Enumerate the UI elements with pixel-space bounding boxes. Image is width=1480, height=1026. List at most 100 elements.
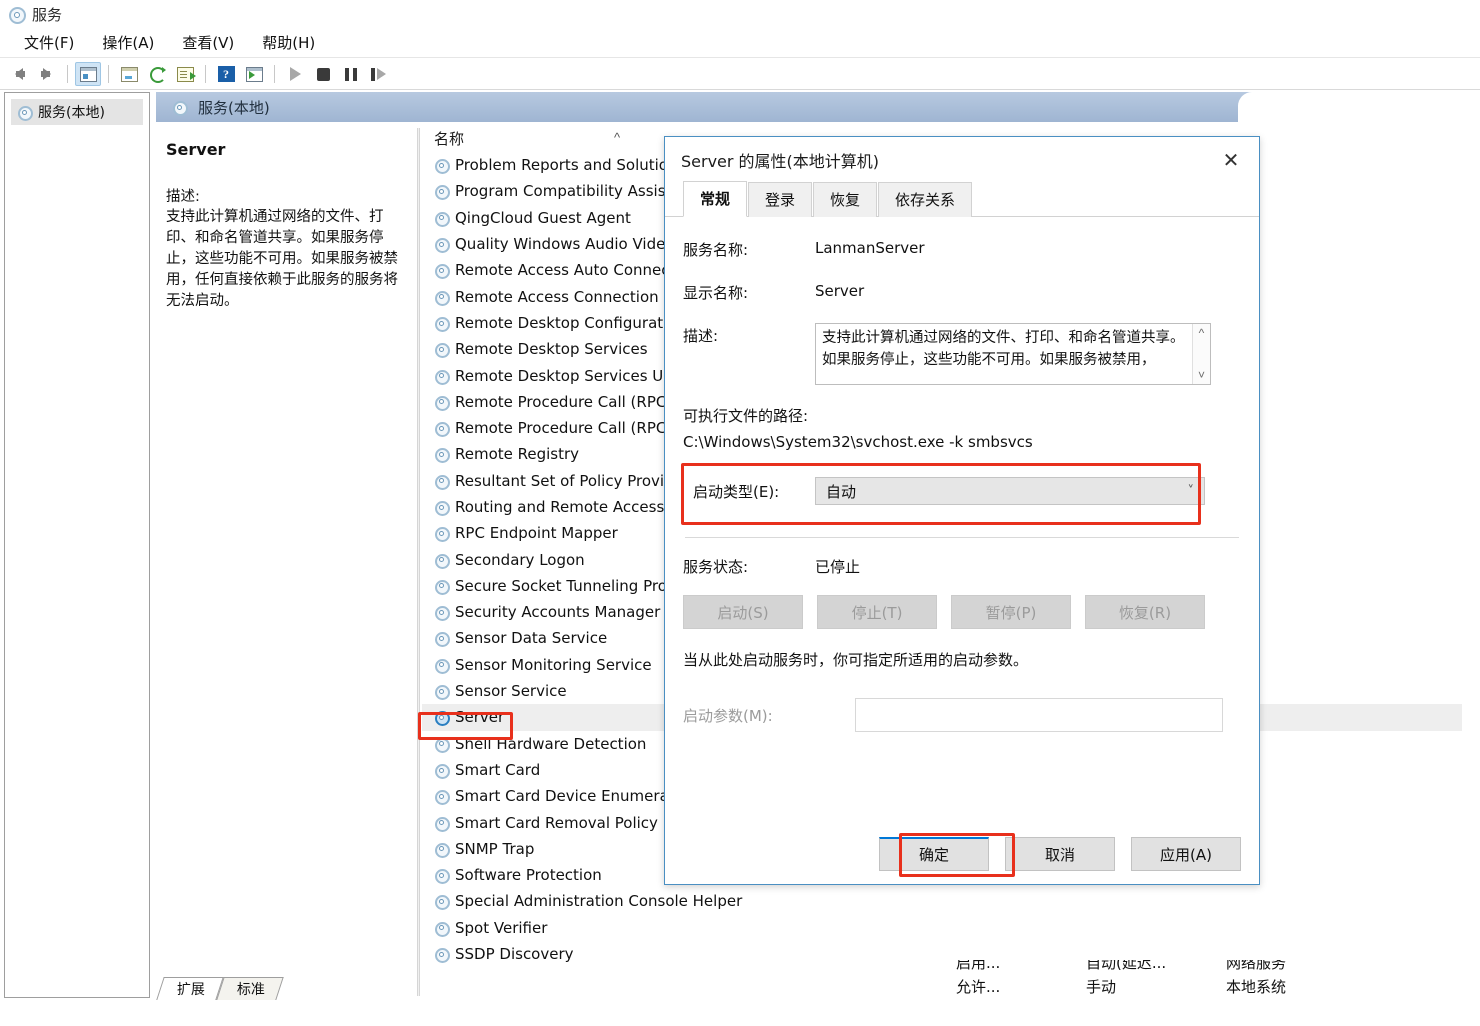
tab-standard[interactable]: 标准 — [216, 977, 283, 1000]
service-gear-icon — [434, 816, 448, 830]
dialog-titlebar: Server 的属性(本地计算机) ✕ — [665, 137, 1259, 183]
window-titlebar: 服务 — [0, 0, 1480, 28]
stop-button[interactable]: 停止(T) — [817, 595, 937, 629]
start-parameters-row: 启动参数(M): — [683, 698, 1241, 732]
startup-type-label: 启动类型(E): — [693, 481, 815, 502]
list-item-label: Spot Verifier — [455, 919, 547, 937]
list-item-label: Sensor Monitoring Service — [455, 656, 652, 674]
services-gear-icon — [8, 6, 24, 22]
list-item-label: Resultant Set of Policy Provider — [455, 472, 689, 490]
restart-service-button[interactable] — [366, 62, 392, 86]
table-row[interactable]: 启用...自动(延迟...网络服务 — [956, 960, 1376, 973]
question-icon: ? — [218, 66, 235, 82]
forward-button[interactable] — [34, 62, 60, 86]
resume-button[interactable]: 恢复(R) — [1085, 595, 1205, 629]
service-status-label: 服务状态: — [683, 554, 815, 577]
arrow-right-icon — [43, 68, 51, 80]
service-gear-icon — [434, 553, 448, 567]
dialog-tabs: 常规 登录 恢复 依存关系 — [665, 183, 1259, 217]
service-gear-icon — [434, 710, 448, 724]
startup-type-row: 启动类型(E): 自动 ˅ — [683, 465, 1241, 505]
service-gear-icon — [434, 842, 448, 856]
description-scrollbar[interactable]: ^ ˅ — [1192, 324, 1210, 384]
window-title: 服务 — [32, 4, 62, 25]
start-service-button[interactable] — [282, 62, 308, 86]
show-hide-console-tree-button[interactable] — [75, 62, 101, 86]
list-item-label: SNMP Trap — [455, 840, 534, 858]
menu-view[interactable]: 查看(V) — [168, 29, 248, 56]
list-cell-log-on-as: 网络服务 — [1226, 960, 1366, 973]
tab-recovery-label: 恢复 — [830, 191, 860, 209]
list-item-label: Server — [455, 708, 504, 726]
help-button[interactable]: ? — [213, 62, 239, 86]
list-item-label: Remote Desktop Configuration — [455, 314, 686, 332]
list-cell-description: 启用... — [956, 960, 1086, 973]
tab-general[interactable]: 常规 — [683, 181, 747, 217]
service-gear-icon — [434, 763, 448, 777]
dialog-body: 服务名称: LanmanServer 显示名称: Server 描述: 支持此计… — [665, 237, 1259, 732]
tab-recovery[interactable]: 恢复 — [813, 182, 877, 217]
list-item-label: Remote Registry — [455, 445, 579, 463]
description-label: 描述: — [166, 185, 400, 206]
service-gear-icon — [434, 684, 448, 698]
export-list-button[interactable] — [172, 62, 198, 86]
display-name-label: 显示名称: — [683, 280, 815, 303]
service-gear-icon — [434, 500, 448, 514]
service-gear-icon — [434, 658, 448, 672]
service-gear-icon — [434, 316, 448, 330]
description-text: 支持此计算机通过网络的文件、打印、和命名管道共享。如果服务停止，这些功能不可用。… — [816, 324, 1192, 384]
chevron-up-icon[interactable]: ^ — [1199, 326, 1205, 340]
menu-file[interactable]: 文件(F) — [10, 29, 88, 56]
service-gear-icon — [434, 526, 448, 540]
ok-button[interactable]: 确定 — [879, 837, 989, 871]
tab-extended[interactable]: 扩展 — [156, 977, 223, 1000]
cancel-button[interactable]: 取消 — [1005, 837, 1115, 871]
column-header-name[interactable]: 名称 — [434, 128, 464, 149]
list-item-label: Remote Procedure Call (RPC) — [455, 393, 672, 411]
service-gear-icon — [434, 894, 448, 908]
service-name-row: 服务名称: LanmanServer — [683, 237, 1241, 260]
list-item[interactable]: Special Administration Console Helper — [422, 888, 1462, 914]
start-parameters-input[interactable] — [855, 698, 1223, 732]
menubar: 文件(F) 操作(A) 查看(V) 帮助(H) — [0, 28, 1480, 58]
refresh-icon — [149, 66, 165, 82]
menu-help[interactable]: 帮助(H) — [248, 29, 329, 56]
description-body: 支持此计算机通过网络的文件、打印、和命名管道共享。如果服务停止，这些功能不可用。… — [166, 207, 404, 312]
list-item-label: Smart Card Removal Policy — [455, 814, 658, 832]
list-item-label: Security Accounts Manager — [455, 603, 660, 621]
start-button[interactable]: 启动(S) — [683, 595, 803, 629]
toolbar-separator — [67, 65, 68, 83]
list-item-label: Secondary Logon — [455, 551, 585, 569]
list-item-label: Sensor Data Service — [455, 629, 607, 647]
pause-button[interactable]: 暂停(P) — [951, 595, 1071, 629]
chevron-down-icon[interactable]: ˅ — [1198, 368, 1205, 382]
description-row: 描述: 支持此计算机通过网络的文件、打印、和命名管道共享。如果服务停止，这些功能… — [683, 323, 1241, 385]
tab-dependencies[interactable]: 依存关系 — [878, 182, 972, 217]
description-textarea[interactable]: 支持此计算机通过网络的文件、打印、和命名管道共享。如果服务停止，这些功能不可用。… — [815, 323, 1211, 385]
tree-node-services-local[interactable]: 服务(本地) — [11, 99, 143, 125]
service-gear-icon — [434, 868, 448, 882]
content-header: 服务(本地) — [156, 92, 1261, 122]
apply-button[interactable]: 应用(A) — [1131, 837, 1241, 871]
show-action-pane-button[interactable] — [241, 62, 267, 86]
list-item[interactable]: Spot Verifier — [422, 915, 1462, 941]
dialog-footer: 确定 取消 应用(A) — [665, 824, 1259, 884]
service-gear-icon — [434, 474, 448, 488]
service-gear-icon — [434, 263, 448, 277]
service-gear-icon — [434, 237, 448, 251]
startup-type-select[interactable]: 自动 ˅ — [815, 477, 1205, 505]
toolbar: ? — [0, 59, 1480, 90]
pane-splitter[interactable] — [417, 128, 420, 996]
refresh-button[interactable] — [144, 62, 170, 86]
tab-logon-label: 登录 — [765, 191, 795, 209]
toolbar-separator — [274, 65, 275, 83]
tab-logon[interactable]: 登录 — [748, 182, 812, 217]
service-gear-icon — [434, 947, 448, 961]
pause-service-button[interactable] — [338, 62, 364, 86]
stop-service-button[interactable] — [310, 62, 336, 86]
dialog-title: Server 的属性(本地计算机) — [681, 148, 879, 172]
properties-button[interactable] — [116, 62, 142, 86]
menu-action[interactable]: 操作(A) — [88, 29, 168, 56]
back-button[interactable] — [6, 62, 32, 86]
close-icon[interactable]: ✕ — [1209, 143, 1253, 177]
